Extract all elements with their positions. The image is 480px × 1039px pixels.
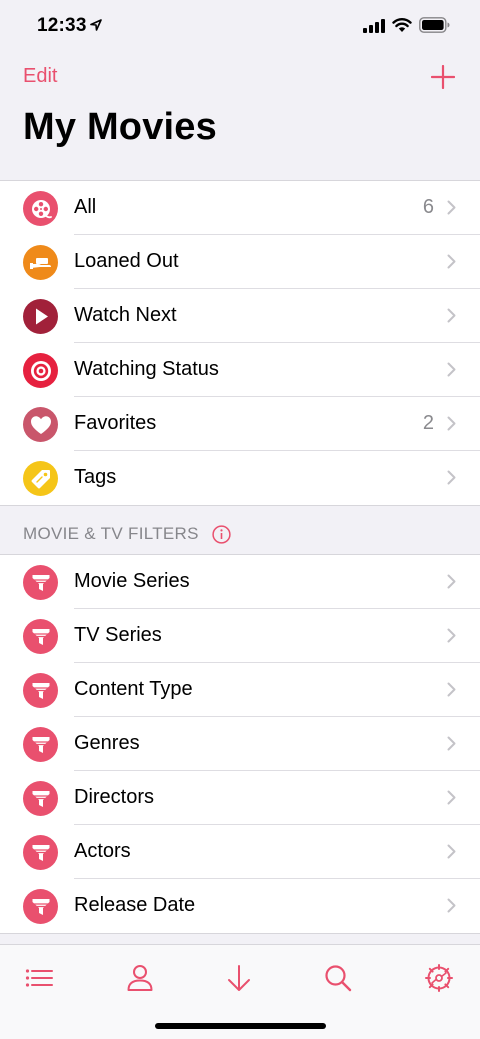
chevron-right-icon (447, 574, 456, 589)
filter-item-content-type[interactable]: Content Type (0, 663, 480, 717)
hand-ticket-icon (23, 245, 58, 280)
list-item-watching-status[interactable]: Watching Status (0, 343, 480, 397)
list-item-favorites[interactable]: Favorites 2 (0, 397, 480, 451)
chevron-right-icon (447, 254, 456, 269)
tag-icon (23, 461, 58, 496)
cellular-signal-icon (363, 19, 385, 33)
filter-item-actors[interactable]: Actors (0, 825, 480, 879)
battery-icon (419, 17, 450, 33)
item-count: 2 (422, 412, 434, 434)
list-item-label: Favorites (74, 412, 157, 434)
person-icon[interactable] (125, 963, 155, 993)
filters-list: Movie Series TV Series Content Type Genr… (0, 554, 480, 934)
play-icon (23, 299, 58, 334)
status-bar: 12:33 (0, 0, 480, 56)
section-header: MOVIE & TV FILTERS (23, 524, 199, 543)
list-item-loaned-out[interactable]: Loaned Out (0, 235, 480, 289)
chevron-right-icon (447, 470, 456, 485)
target-icon (23, 353, 58, 388)
chevron-right-icon (447, 362, 456, 377)
home-indicator[interactable] (155, 1023, 326, 1029)
filter-icon (23, 889, 58, 924)
chevron-right-icon (447, 416, 456, 431)
list-icon[interactable] (24, 963, 54, 993)
page-title: My Movies (23, 106, 217, 148)
filter-item-genres[interactable]: Genres (0, 717, 480, 771)
list-item-label: Watching Status (74, 358, 219, 380)
filter-icon (23, 673, 58, 708)
list-item-watch-next[interactable]: Watch Next (0, 289, 480, 343)
list-item-label: Release Date (74, 894, 196, 916)
list-item-label: Watch Next (74, 304, 177, 326)
list-item-label: Content Type (74, 678, 193, 700)
filter-icon (23, 727, 58, 762)
chevron-right-icon (447, 736, 456, 751)
main-list: All 6 Loaned Out Watch Next Watching Sta… (0, 180, 480, 506)
edit-button[interactable]: Edit (23, 65, 57, 88)
filter-icon (23, 835, 58, 870)
location-arrow-icon (90, 19, 102, 31)
chevron-right-icon (447, 682, 456, 697)
search-icon[interactable] (323, 963, 353, 993)
filter-icon (23, 781, 58, 816)
list-item-label: Tags (74, 466, 117, 488)
filter-icon (23, 619, 58, 654)
filter-item-tv-series[interactable]: TV Series (0, 609, 480, 663)
list-item-label: Genres (74, 732, 140, 754)
filter-item-release-date[interactable]: Release Date (0, 879, 480, 933)
filter-item-movie-series[interactable]: Movie Series (0, 555, 480, 609)
wifi-icon (392, 18, 412, 32)
list-item-tags[interactable]: Tags (0, 451, 480, 505)
chevron-right-icon (447, 308, 456, 323)
chevron-right-icon (447, 898, 456, 913)
download-icon[interactable] (224, 963, 254, 993)
list-item-label: Movie Series (74, 570, 190, 592)
heart-icon (23, 407, 58, 442)
chevron-right-icon (447, 790, 456, 805)
add-icon[interactable] (431, 65, 455, 89)
list-item-label: Loaned Out (74, 250, 179, 272)
list-item-all[interactable]: All 6 (0, 181, 480, 235)
status-time: 12:33 (37, 15, 87, 36)
list-item-label: Actors (74, 840, 131, 862)
item-count: 6 (422, 196, 434, 218)
film-reel-icon (23, 191, 58, 226)
list-item-label: TV Series (74, 624, 162, 646)
list-item-label: Directors (74, 786, 155, 808)
chevron-right-icon (447, 200, 456, 215)
chevron-right-icon (447, 844, 456, 859)
settings-icon[interactable] (424, 963, 454, 993)
chevron-right-icon (447, 628, 456, 643)
filter-item-directors[interactable]: Directors (0, 771, 480, 825)
list-item-label: All (74, 196, 97, 218)
info-icon[interactable] (212, 525, 231, 544)
filter-icon (23, 565, 58, 600)
